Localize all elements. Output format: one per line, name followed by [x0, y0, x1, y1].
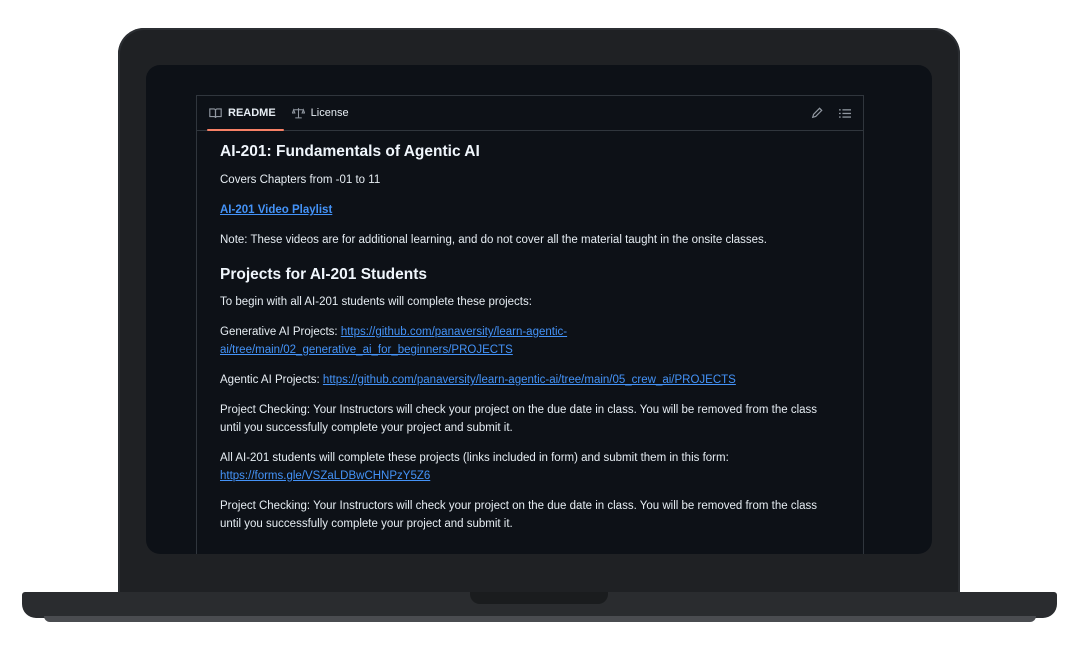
project-checking-1-line2: until you successfully complete your pro…	[220, 422, 513, 434]
screen: README License AI-201: Fundamentals of A…	[146, 65, 932, 554]
agentic-ai-projects: Agentic AI Projects: https://github.com/…	[220, 371, 841, 389]
readme-title: AI-201: Fundamentals of Agentic AI	[220, 143, 480, 160]
project-checking-2: Project Checking: Your Instructors will …	[220, 497, 841, 533]
form-text: All AI-201 students will complete these …	[220, 452, 729, 464]
readme-panel: README License AI-201: Fundamentals of A…	[196, 95, 864, 554]
laptop-base-shadow	[44, 616, 1036, 622]
agentic-ai-label: Agentic AI Projects:	[220, 374, 323, 386]
project-checking-1: Project Checking: Your Instructors will …	[220, 401, 841, 437]
project-checking-2-line1: Project Checking: Your Instructors will …	[220, 500, 818, 512]
tab-readme[interactable]: README	[207, 96, 284, 131]
list-icon[interactable]	[839, 108, 851, 119]
laptop-notch	[470, 592, 608, 604]
note-text: Note: These videos are for additional le…	[220, 234, 768, 246]
book-icon	[209, 107, 222, 119]
gen-ai-link-line2: ai/tree/main/02_generative_ai_for_beginn…	[220, 344, 513, 356]
chapters-text: Covers Chapters from -01 to 11	[220, 174, 381, 186]
readme-tabbar: README License	[197, 96, 863, 131]
agentic-ai-link[interactable]: https://github.com/panaversity/learn-age…	[323, 374, 736, 386]
gen-ai-link-line1: https://github.com/panaversity/learn-age…	[340, 326, 568, 338]
project-checking-1-line1: Project Checking: Your Instructors will …	[220, 404, 818, 416]
gen-ai-projects: Generative AI Projects: https://github.c…	[220, 323, 841, 359]
readme-content: AI-201: Fundamentals of Agentic AI Cover…	[197, 131, 863, 533]
form-paragraph: All AI-201 students will complete these …	[220, 449, 841, 485]
readme-tools	[811, 96, 851, 130]
intro-text: To begin with all AI-201 students will c…	[220, 296, 532, 308]
tab-license[interactable]: License	[290, 96, 357, 130]
scale-icon	[291, 107, 305, 119]
tab-license-label: License	[310, 107, 349, 119]
pencil-icon[interactable]	[811, 107, 823, 119]
projects-heading: Projects for AI-201 Students	[220, 266, 428, 283]
form-link[interactable]: https://forms.gle/VSZaLDBwCHNPzY5Z6	[220, 470, 430, 482]
project-checking-2-line2: until you successfully complete your pro…	[220, 518, 513, 530]
gen-ai-label: Generative AI Projects:	[220, 326, 341, 338]
playlist-link[interactable]: AI-201 Video Playlist	[220, 204, 332, 216]
tab-readme-label: README	[228, 107, 276, 119]
